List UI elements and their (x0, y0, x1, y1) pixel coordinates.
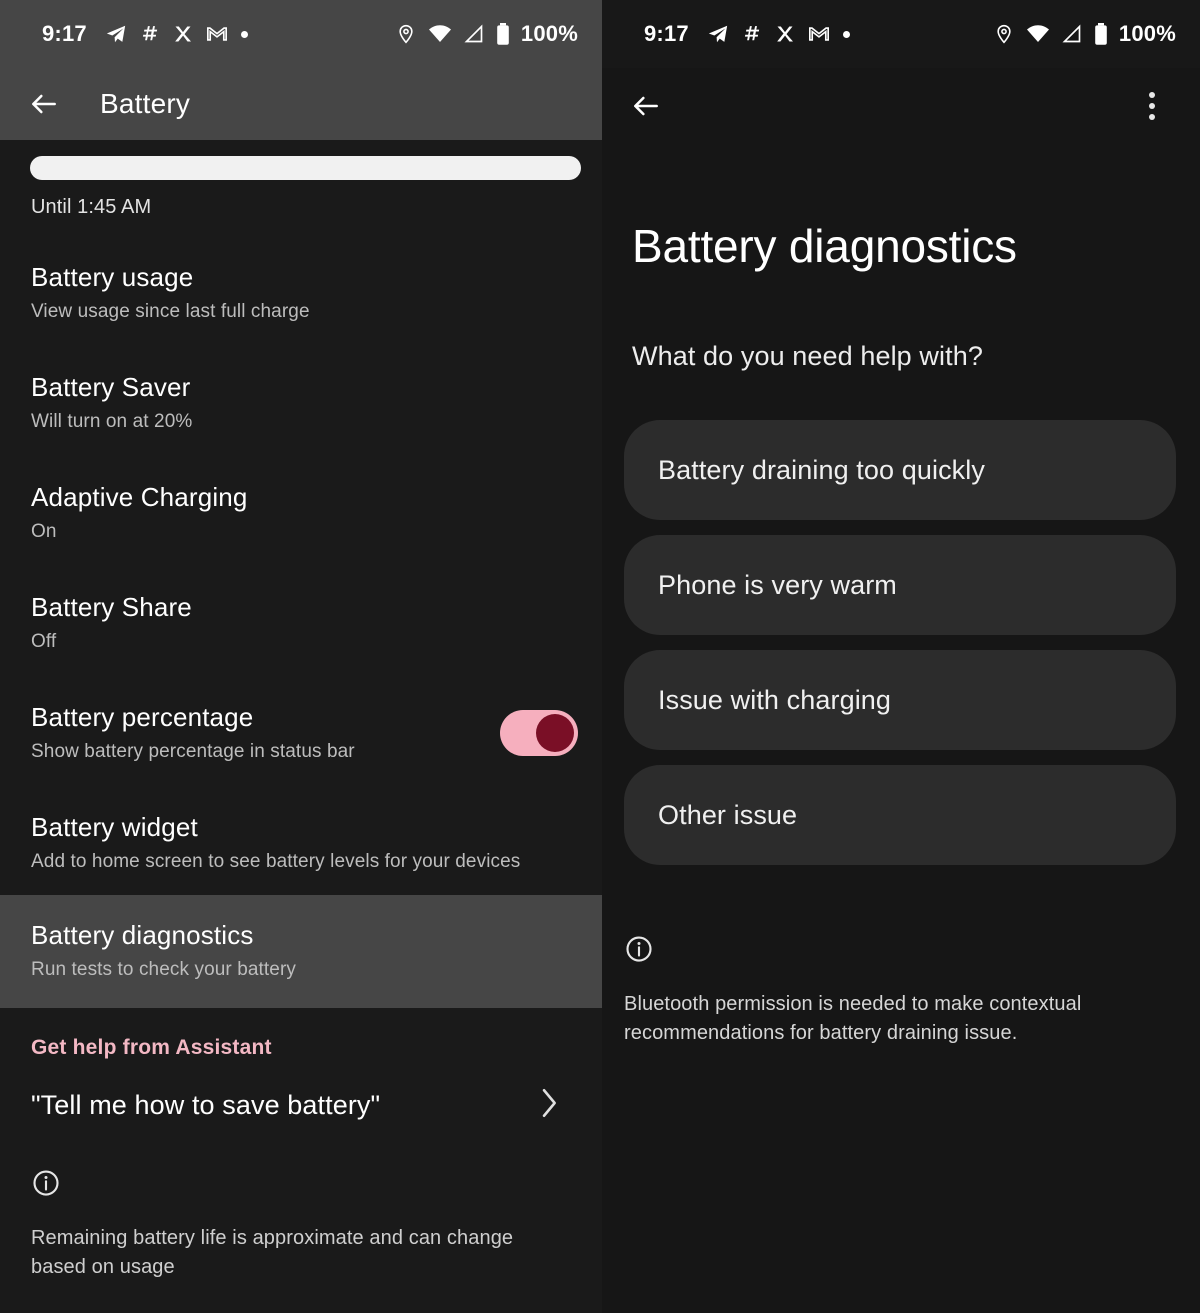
wifi-icon (428, 24, 452, 44)
setting-row-adaptive-charging[interactable]: Adaptive Charging On (0, 473, 602, 553)
notification-dot-icon (842, 30, 850, 38)
x-icon (173, 24, 193, 44)
status-bar-left-group: 9:17 (42, 21, 261, 47)
option-label: Phone is very warm (658, 569, 897, 600)
setting-title: Battery Saver (31, 371, 191, 402)
option-battery-draining[interactable]: Battery draining too quickly (624, 420, 1176, 520)
battery-diagnostics-panel: 9:17 100% Battery diagnostics What do yo… (602, 0, 1200, 1313)
setting-title: Battery widget (31, 811, 198, 842)
setting-title: Battery diagnostics (31, 920, 254, 950)
status-bar-left-group: 9:17 (644, 21, 863, 47)
option-charging-issue[interactable]: Issue with charging (624, 650, 1176, 750)
info-icon (31, 1168, 61, 1198)
setting-row-battery-share[interactable]: Battery Share Off (0, 583, 602, 663)
back-arrow-icon[interactable] (26, 86, 62, 122)
telegram-icon (105, 23, 127, 45)
slack-icon (140, 24, 160, 44)
option-phone-warm[interactable]: Phone is very warm (624, 535, 1176, 635)
setting-subtitle: Will turn on at 20% (31, 410, 193, 432)
battery-icon (1094, 22, 1108, 46)
right-app-bar (602, 68, 1200, 144)
status-bar-clock: 9:17 (644, 21, 689, 46)
status-bar-right: 9:17 100% (602, 0, 1200, 68)
setting-row-battery-diagnostics[interactable]: Battery diagnostics Run tests to check y… (0, 895, 602, 1008)
left-footnote: Remaining battery life is approximate an… (0, 1152, 602, 1282)
setting-subtitle: Run tests to check your battery (31, 958, 296, 980)
gmail-icon (808, 23, 830, 45)
setting-subtitle: On (31, 520, 57, 542)
battery-level-track (30, 156, 581, 180)
telegram-icon (707, 23, 729, 45)
setting-subtitle: View usage since last full charge (31, 300, 310, 322)
option-label: Battery draining too quickly (658, 454, 985, 485)
setting-title: Battery percentage (31, 701, 254, 732)
setting-row-battery-usage[interactable]: Battery usage View usage since last full… (0, 253, 602, 333)
battery-settings-panel: 9:17 100% Battery Until 1:45 AM Battery … (0, 0, 602, 1313)
right-footnote: Bluetooth permission is needed to make c… (602, 880, 1200, 1048)
location-icon (994, 23, 1014, 45)
diagnostics-options-list: Battery draining too quickly Phone is ve… (602, 372, 1200, 865)
x-icon (775, 24, 795, 44)
status-bar-battery-percent: 100% (1118, 21, 1176, 46)
wifi-icon (1026, 24, 1050, 44)
info-icon (624, 934, 654, 964)
diagnostics-question: What do you need help with? (632, 341, 983, 371)
overflow-menu-icon[interactable] (1132, 86, 1172, 126)
battery-percentage-toggle[interactable] (500, 710, 578, 756)
mobile-signal-icon (464, 24, 484, 44)
diagnostics-page-title: Battery diagnostics (632, 220, 1017, 272)
gmail-icon (206, 23, 228, 45)
setting-subtitle: Off (31, 630, 57, 652)
option-label: Issue with charging (658, 684, 892, 715)
toggle-knob (536, 714, 574, 752)
status-bar-battery-percent: 100% (520, 21, 578, 46)
setting-row-battery-widget[interactable]: Battery widget Add to home screen to see… (0, 803, 602, 883)
left-footnote-text: Remaining battery life is approximate an… (31, 1226, 514, 1278)
assistant-section-header: Get help from Assistant (31, 1035, 272, 1059)
setting-subtitle: Show battery percentage in status bar (31, 740, 355, 762)
setting-title: Adaptive Charging (31, 481, 248, 512)
setting-row-battery-saver[interactable]: Battery Saver Will turn on at 20% (0, 363, 602, 443)
status-bar-left: 9:17 100% (0, 0, 602, 68)
battery-level-bar (0, 140, 602, 180)
right-footnote-text: Bluetooth permission is needed to make c… (624, 993, 1082, 1044)
battery-until-label: Until 1:45 AM (31, 196, 152, 218)
option-other-issue[interactable]: Other issue (624, 765, 1176, 865)
status-bar-right-group: 100% (393, 21, 578, 47)
setting-subtitle: Add to home screen to see battery levels… (31, 850, 521, 872)
mobile-signal-icon (1062, 24, 1082, 44)
left-app-bar: Battery (0, 68, 602, 140)
page-title: Battery (100, 88, 191, 119)
slack-icon (742, 24, 762, 44)
battery-icon (496, 22, 510, 46)
back-arrow-icon[interactable] (628, 88, 664, 124)
dual-screenshot-container: 9:17 100% Battery Until 1:45 AM Battery … (0, 0, 1200, 1313)
option-label: Other issue (658, 799, 798, 830)
assistant-query-row[interactable]: "Tell me how to save battery" (0, 1060, 602, 1152)
settings-list: Battery usage View usage since last full… (0, 253, 602, 1008)
setting-row-battery-percentage[interactable]: Battery percentage Show battery percenta… (0, 693, 602, 773)
status-bar-right-group: 100% (991, 21, 1176, 47)
setting-title: Battery Share (31, 591, 192, 622)
chevron-right-icon (538, 1086, 560, 1126)
location-icon (396, 23, 416, 45)
setting-title: Battery usage (31, 261, 194, 292)
notification-dot-icon (240, 30, 248, 38)
status-bar-clock: 9:17 (42, 21, 87, 46)
assistant-query-text: "Tell me how to save battery" (31, 1090, 381, 1121)
